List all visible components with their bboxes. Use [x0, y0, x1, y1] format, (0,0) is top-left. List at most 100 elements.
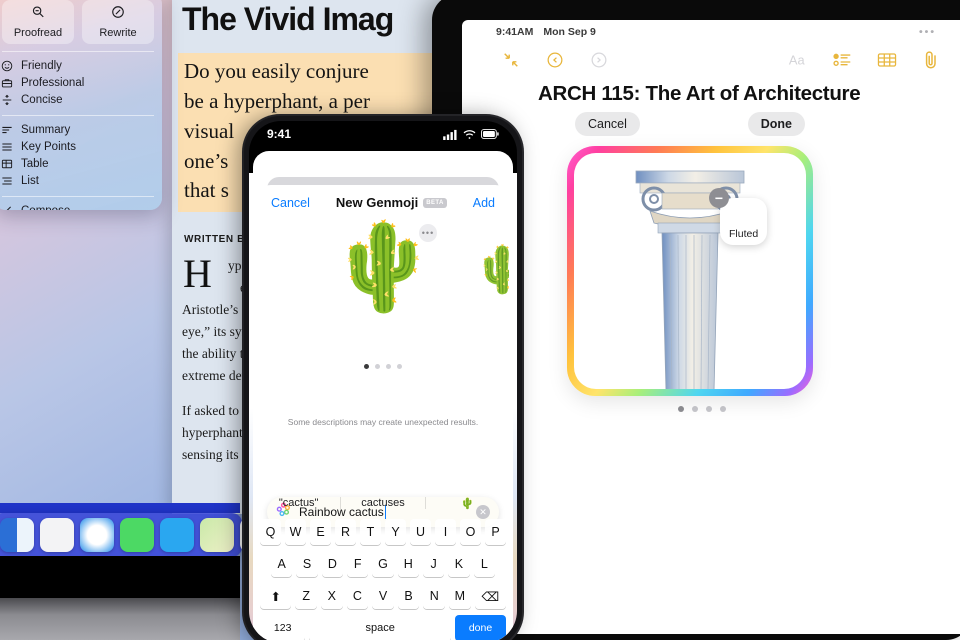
cancel-button[interactable]: Cancel — [575, 112, 640, 136]
rewrite-icon — [111, 5, 125, 24]
key-h[interactable]: H — [397, 551, 419, 577]
ionic-column-illustration — [635, 170, 745, 389]
page-dot[interactable] — [375, 364, 380, 369]
page-dot[interactable] — [678, 406, 684, 412]
finder-icon[interactable] — [0, 518, 34, 552]
page-dot[interactable] — [397, 364, 402, 369]
image-page-dots[interactable] — [540, 406, 840, 412]
done-key[interactable]: done — [455, 615, 506, 640]
key-l[interactable]: L — [473, 551, 495, 577]
page-dot[interactable] — [364, 364, 369, 369]
key-f[interactable]: F — [347, 551, 369, 577]
menu-item-table[interactable]: Table — [0, 155, 162, 172]
writing-tools-popover[interactable]: Proofread Rewrite Friendly Professional … — [0, 0, 162, 210]
highlight-line: Do you easily conjure — [184, 59, 369, 84]
briefcase-icon — [0, 76, 14, 90]
generated-image — [574, 153, 806, 389]
key-e[interactable]: E — [310, 519, 331, 545]
key-v[interactable]: V — [372, 583, 394, 609]
maps-icon[interactable] — [200, 518, 234, 552]
mail-icon[interactable] — [160, 518, 194, 552]
key-w[interactable]: W — [285, 519, 306, 545]
genmoji-navbar: Cancel New Genmoji BETA Add — [257, 185, 509, 212]
key-x[interactable]: X — [320, 583, 343, 609]
key-a[interactable]: A — [271, 551, 293, 577]
ios-status-bar: 9:41 — [249, 121, 517, 147]
shift-key[interactable]: ⬆ — [260, 583, 292, 609]
key-d[interactable]: D — [321, 551, 343, 577]
menu-item-compose[interactable]: Compose... — [0, 202, 162, 210]
undo-icon[interactable] — [544, 49, 566, 71]
keyboard-row-2: A S D F G H J K L — [257, 551, 509, 577]
key-i[interactable]: I — [435, 519, 456, 545]
add-button[interactable]: Add — [473, 196, 495, 210]
prediction-1[interactable]: "cactus" — [257, 497, 342, 509]
page-dot[interactable] — [706, 406, 712, 412]
menu-item-professional[interactable]: Professional — [0, 74, 162, 91]
iphone-device: 9:41 Cancel New Genmoji BETA Add ••• 🌵 🌵… — [244, 116, 522, 640]
page-dot[interactable] — [720, 406, 726, 412]
done-button[interactable]: Done — [747, 112, 805, 136]
mac-dock[interactable] — [0, 513, 274, 557]
key-m[interactable]: M — [449, 583, 471, 609]
proofread-label: Proofread — [13, 27, 63, 39]
key-y[interactable]: Y — [385, 519, 406, 545]
menu-item-concise[interactable]: Concise — [0, 91, 162, 108]
safari-icon[interactable] — [80, 518, 114, 552]
prediction-2[interactable]: cactuses — [341, 497, 426, 509]
space-key[interactable]: space — [309, 615, 451, 640]
collapse-icon[interactable] — [500, 49, 522, 71]
key-n[interactable]: N — [423, 583, 446, 609]
backspace-key[interactable]: ⌫ — [474, 583, 506, 609]
genmoji-page-dots[interactable] — [257, 364, 509, 369]
rewrite-button[interactable]: Rewrite — [82, 0, 154, 44]
cancel-button[interactable]: Cancel — [271, 196, 310, 210]
genmoji-preview-main[interactable]: 🌵 — [329, 224, 436, 310]
writing-tools-primary-actions: Proofread Rewrite — [0, 0, 162, 44]
messages-icon[interactable] — [120, 518, 154, 552]
key-q[interactable]: Q — [260, 519, 281, 545]
list-icon — [0, 174, 14, 188]
document-title: The Vivid Imag — [182, 1, 394, 37]
wifi-icon — [463, 129, 476, 139]
checklist-icon[interactable] — [832, 49, 854, 71]
key-j[interactable]: J — [422, 551, 445, 577]
text-format-icon[interactable]: Aa — [788, 49, 810, 71]
more-options-icon[interactable]: ••• — [919, 26, 936, 38]
key-u[interactable]: U — [410, 519, 431, 545]
page-dot[interactable] — [386, 364, 391, 369]
ios-keyboard[interactable]: "cactus" cactuses 🌵 Q W E R T Y U I O P … — [257, 491, 509, 640]
proofread-button[interactable]: Proofread — [2, 0, 74, 44]
notes-toolbar[interactable]: Aa — [462, 42, 960, 78]
key-g[interactable]: G — [372, 551, 394, 577]
table-icon[interactable] — [876, 49, 898, 71]
key-o[interactable]: O — [460, 519, 481, 545]
launchpad-icon[interactable] — [40, 518, 74, 552]
pencil-icon — [0, 204, 14, 210]
genmoji-preview-next[interactable]: 🌵 — [474, 246, 509, 292]
attachment-icon[interactable] — [920, 49, 942, 71]
redo-icon[interactable] — [588, 49, 610, 71]
highlight-line: be a hyperphant, a per — [184, 89, 370, 113]
key-p[interactable]: P — [485, 519, 506, 545]
image-playground: Cancel Done — [540, 112, 840, 412]
prediction-3[interactable]: 🌵 — [426, 497, 509, 510]
svg-text:Aa: Aa — [789, 53, 806, 68]
key-k[interactable]: K — [448, 551, 470, 577]
menu-item-list[interactable]: List — [0, 172, 162, 189]
menu-item-summary[interactable]: Summary — [0, 121, 162, 138]
page-dot[interactable] — [692, 406, 698, 412]
genmoji-carousel[interactable]: ••• 🌵 🌵 — [257, 212, 509, 362]
menu-item-friendly[interactable]: Friendly — [0, 57, 162, 74]
key-s[interactable]: S — [296, 551, 318, 577]
key-z[interactable]: Z — [295, 583, 317, 609]
numbers-key[interactable]: 123 — [260, 615, 306, 640]
key-r[interactable]: R — [335, 519, 356, 545]
key-b[interactable]: B — [397, 583, 420, 609]
menu-item-key-points[interactable]: Key Points — [0, 138, 162, 155]
key-c[interactable]: C — [346, 583, 369, 609]
key-t[interactable]: T — [360, 519, 381, 545]
concept-chip-fluted[interactable]: − Fluted — [709, 188, 768, 246]
remove-icon[interactable]: − — [709, 188, 729, 208]
predictive-bar[interactable]: "cactus" cactuses 🌵 — [257, 491, 509, 515]
